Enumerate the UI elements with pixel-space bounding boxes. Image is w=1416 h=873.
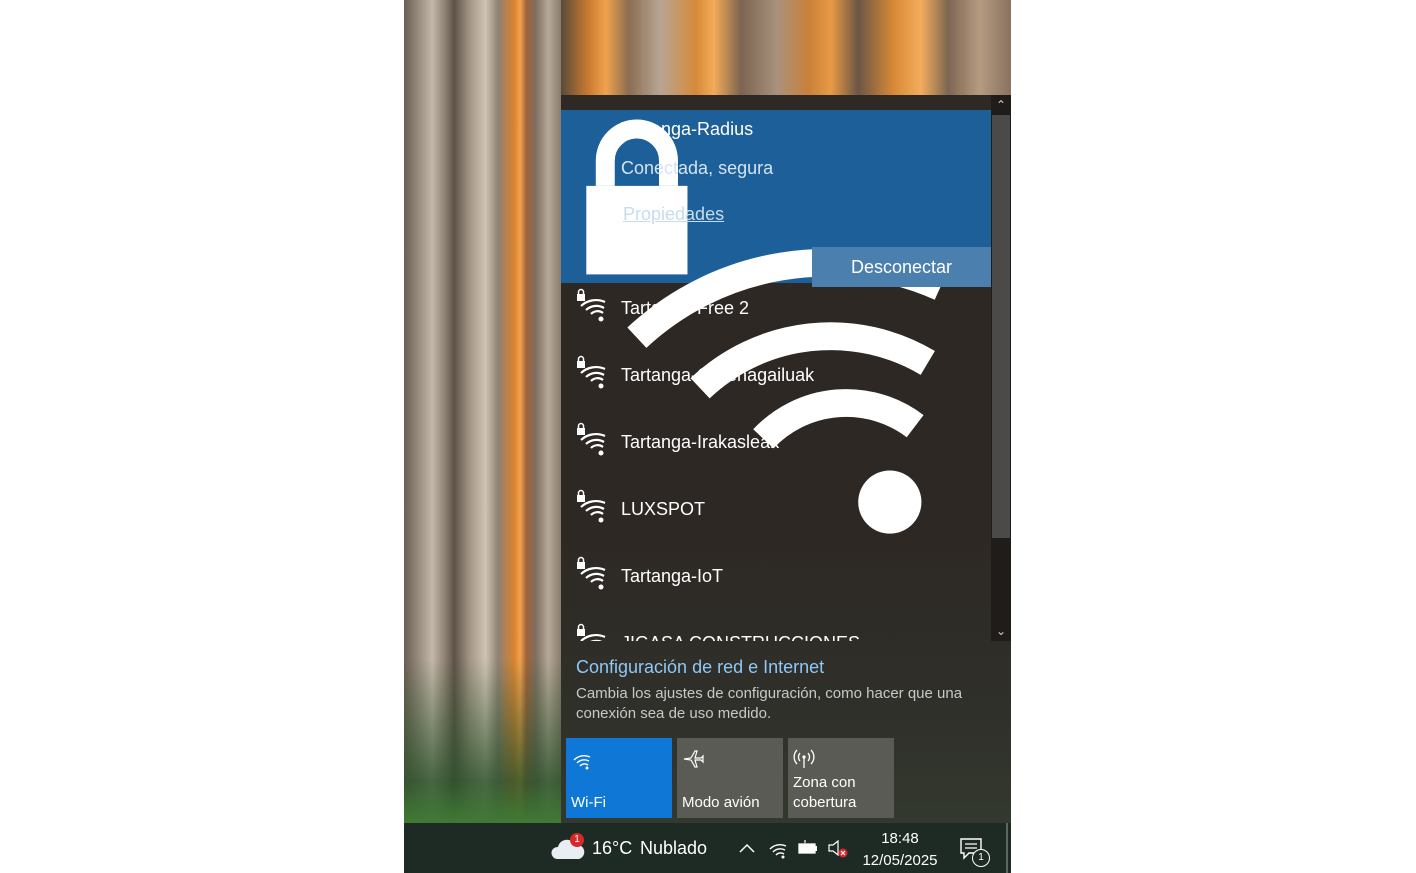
clock[interactable]: 18:48 12/05/2025 xyxy=(860,828,940,872)
network-item[interactable]: Tartanga-IoT xyxy=(561,551,991,618)
tile-label: Wi-Fi xyxy=(571,794,606,811)
weather-temperature[interactable]: 16°C xyxy=(592,838,632,859)
network-item[interactable]: Tartanga-Irakasleak xyxy=(561,417,991,484)
clock-time: 18:48 xyxy=(881,830,919,847)
show-desktop-button[interactable] xyxy=(1006,823,1008,873)
disconnect-button[interactable]: Desconectar xyxy=(812,247,991,287)
chevron-up-icon[interactable] xyxy=(736,837,758,859)
network-name: JIGASA CONSTRUCCIONES xyxy=(621,633,860,641)
wifi-toggle-tile[interactable]: Wi-Fi xyxy=(566,738,672,818)
network-name: Tartanga-Free 2 xyxy=(621,298,750,318)
scrollbar[interactable]: ⌃ ⌄ xyxy=(991,95,1011,641)
wifi-secured-icon xyxy=(577,355,606,389)
network-item[interactable]: JIGASA CONSTRUCCIONES xyxy=(561,618,991,641)
wallpaper-top xyxy=(561,0,1011,95)
tile-label: Zona con cobertura xyxy=(793,774,857,811)
network-name: Tartanga-Irakasleak xyxy=(621,432,780,452)
taskbar: 1 16°C Nublado 18:48 12/05/2025 1 xyxy=(404,823,1011,873)
wifi-secured-icon xyxy=(577,489,606,523)
scroll-down-icon[interactable]: ⌄ xyxy=(991,621,1011,641)
battery-icon[interactable] xyxy=(797,837,819,859)
clock-date: 12/05/2025 xyxy=(862,852,938,869)
network-name: Tartanga-Ordenagailuak xyxy=(621,365,815,385)
tile-label: Modo avión xyxy=(682,794,760,811)
network-settings-description: Cambia los ajustes de configuración, com… xyxy=(576,685,963,722)
network-name: Tartanga-IoT xyxy=(621,566,724,586)
network-item[interactable]: Tartanga-Ordenagailuak xyxy=(561,350,991,417)
scroll-up-icon[interactable]: ⌃ xyxy=(991,95,1011,115)
network-item[interactable]: LUXSPOT xyxy=(561,484,991,551)
airplane-mode-tile[interactable]: Modo avión xyxy=(677,738,783,818)
desktop: Tartanga-Radius Conectada, segura Propie… xyxy=(404,0,1011,873)
mobile-hotspot-tile[interactable]: Zona con cobertura xyxy=(788,738,894,818)
network-name: Tartanga-Radius xyxy=(621,119,754,139)
network-flyout: Tartanga-Radius Conectada, segura Propie… xyxy=(561,95,1011,823)
network-status: Conectada, segura xyxy=(621,158,774,178)
weather-badge: 1 xyxy=(570,833,584,847)
weather-condition[interactable]: Nublado xyxy=(640,838,707,859)
hotspot-icon xyxy=(793,749,815,768)
network-item-connected[interactable]: Tartanga-Radius Conectada, segura Propie… xyxy=(561,110,991,534)
scrollbar-thumb[interactable] xyxy=(992,115,1010,538)
properties-link[interactable]: Propiedades xyxy=(623,204,724,225)
wifi-tray-icon[interactable] xyxy=(767,837,789,859)
network-list: Tartanga-Radius Conectada, segura Propie… xyxy=(561,95,991,641)
wifi-secured-icon xyxy=(577,422,606,456)
airplane-icon xyxy=(683,750,704,768)
wifi-icon xyxy=(573,755,591,770)
network-name: LUXSPOT xyxy=(621,499,706,519)
wifi-secured-icon xyxy=(577,556,606,590)
wallpaper xyxy=(404,0,561,823)
wifi-secured-icon xyxy=(577,288,606,322)
network-item[interactable]: Tartanga-Free 2 xyxy=(561,283,991,350)
notification-count-badge: 1 xyxy=(972,849,990,867)
network-settings-link[interactable]: Configuración de red e Internet xyxy=(576,657,824,678)
speaker-muted-icon[interactable] xyxy=(826,837,848,859)
wifi-secured-icon xyxy=(577,623,606,641)
